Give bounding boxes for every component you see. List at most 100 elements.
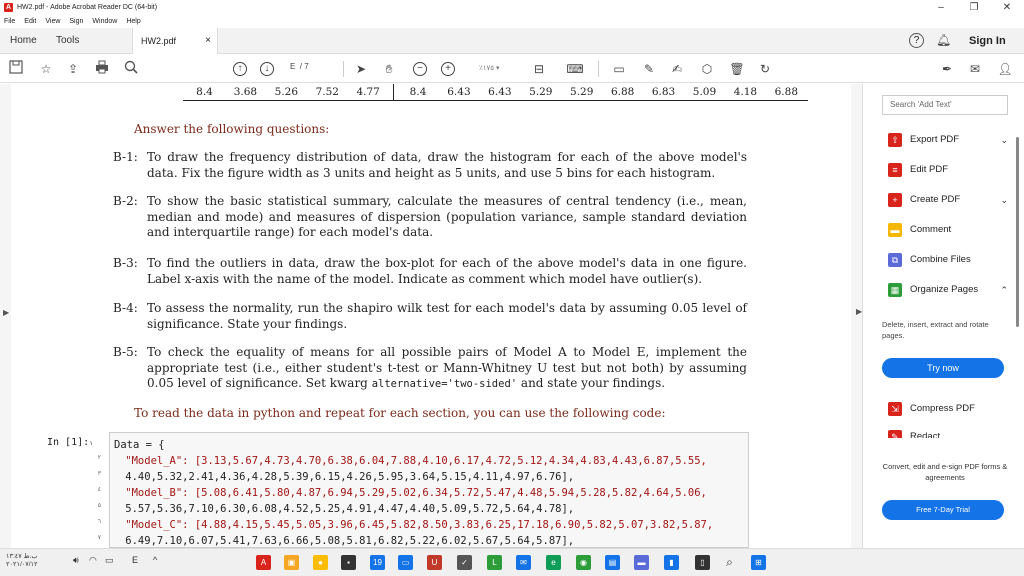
save-icon[interactable] [7, 60, 25, 78]
menu-window[interactable]: Window [92, 18, 117, 25]
menu-file[interactable]: File [4, 18, 15, 25]
help-icon[interactable]: ? [909, 33, 924, 48]
tool-organize-pages[interactable]: ▦ Organize Pages ⌃ [888, 281, 1008, 299]
app-taskbar-icon[interactable]: L [487, 555, 502, 570]
previous-page-icon[interactable]: ↑ [233, 62, 247, 76]
toolbar: ☆ ⇪ ↑ ↓ E / 7 ➤ ✋︎ − + ٪١٧٥ ▾ ⊟ ⌨︎ ▭ ✎ ✍… [0, 55, 1024, 83]
menu-bar: File Edit View Sign Window Help [0, 15, 150, 28]
menu-view[interactable]: View [45, 18, 60, 25]
tools-search-input[interactable]: Search 'Add Text' [882, 95, 1008, 115]
tab-tools[interactable]: Tools [56, 28, 79, 54]
current-page-input[interactable]: E [290, 62, 295, 71]
total-pages: / 7 [299, 62, 309, 71]
minimize-button[interactable]: – [926, 0, 956, 15]
tool-create-pdf[interactable]: + Create PDF ⌄ [888, 191, 1008, 209]
fill-sign-icon[interactable]: ✒︎ [938, 60, 956, 78]
clock[interactable]: ب.ظ ١٣:٤٧ ٢٠٢١/٠٧/١٢ [6, 553, 38, 569]
zoom-in-icon[interactable]: + [441, 62, 455, 76]
language-indicator[interactable]: E [132, 555, 138, 565]
tool-compress-pdf[interactable]: ⇲ Compress PDF [888, 400, 1008, 418]
page-indicator[interactable]: E / 7 [290, 62, 309, 71]
free-trial-button[interactable]: Free 7-Day Trial [882, 500, 1004, 520]
highlight-pen-icon[interactable]: ✎ [640, 60, 658, 78]
code-intro: To read the data in python and repeat fo… [134, 406, 666, 420]
tray-expand-icon[interactable]: ^ [153, 555, 157, 565]
volume-icon[interactable]: 🔊︎ [73, 555, 79, 566]
tool-export-pdf[interactable]: ⇧ Export PDF ⌄ [888, 131, 1008, 149]
tool-combine-files[interactable]: ⧉ Combine Files [888, 251, 1008, 269]
mail-taskbar-icon[interactable]: ✉ [516, 555, 531, 570]
keyboard-icon[interactable]: ⌨︎ [566, 60, 584, 78]
menu-help[interactable]: Help [126, 18, 140, 25]
collapse-pane-icon[interactable]: ▶ [856, 307, 862, 316]
app-taskbar-icon[interactable]: 19 [370, 555, 385, 570]
menu-edit[interactable]: Edit [24, 18, 36, 25]
search-icon[interactable] [122, 60, 140, 78]
tool-label: Compress PDF [910, 403, 975, 414]
comment-icon[interactable]: ▭ [610, 60, 628, 78]
app-taskbar-icon[interactable]: ◉ [576, 555, 591, 570]
bookmark-star-icon[interactable]: ☆ [37, 60, 55, 78]
close-window-button[interactable]: ✕ [992, 0, 1022, 15]
app-taskbar-icon[interactable]: ▭ [398, 555, 413, 570]
task-view-icon[interactable]: ▯ [695, 555, 710, 570]
chevron-up-icon[interactable]: ⌃ [1000, 281, 1008, 299]
compress-pdf-icon: ⇲ [888, 402, 902, 416]
notification-bell-icon[interactable]: 🔔︎ [936, 33, 951, 47]
delete-icon[interactable]: 🗑︎ [728, 60, 746, 78]
app-taskbar-icon[interactable]: ▬ [634, 555, 649, 570]
table-cell: 4.18 [733, 86, 758, 98]
redact-icon: ✎ [888, 430, 902, 438]
pane-scrollbar[interactable] [1016, 137, 1019, 327]
tool-redact[interactable]: ✎ Redact [888, 428, 1008, 438]
chevron-down-icon[interactable]: ⌄ [1000, 191, 1008, 209]
tool-comment[interactable]: ▬ Comment [888, 221, 1008, 239]
app-taskbar-icon[interactable]: U [427, 555, 442, 570]
edge-taskbar-icon[interactable]: e [546, 555, 561, 570]
wifi-icon[interactable]: ◠ [89, 555, 97, 566]
code-line: "Model_A": [3.13,5.67,4.73,4.70,6.38,6.0… [100, 455, 707, 467]
menu-sign[interactable]: Sign [69, 18, 83, 25]
close-tab-icon[interactable]: × [205, 28, 211, 54]
create-pdf-icon: + [888, 193, 902, 207]
chrome-taskbar-icon[interactable]: ● [313, 555, 328, 570]
left-panel-toggle-icon[interactable]: ▶ [3, 308, 9, 317]
select-cursor-icon[interactable]: ➤ [352, 60, 370, 78]
page-fit-icon[interactable]: ⊟ [530, 60, 548, 78]
tool-edit-pdf[interactable]: ≡ Edit PDF [888, 161, 1008, 179]
try-now-button[interactable]: Try now [882, 358, 1004, 378]
tool-label: Create PDF [910, 194, 961, 205]
hand-tool-icon[interactable]: ✋︎ [380, 60, 398, 78]
zoom-level-select[interactable]: ٪١٧٥ ▾ [479, 61, 517, 77]
battery-icon[interactable]: ▭ [105, 555, 114, 566]
app-taskbar-icon[interactable]: ▤ [605, 555, 620, 570]
restore-button[interactable]: ❐ [959, 0, 989, 15]
table-divider [392, 84, 394, 101]
code-block[interactable]: Data = { "Model_A": [3.13,5.67,4.73,4.70… [109, 432, 749, 548]
print-icon[interactable] [93, 60, 111, 78]
sign-in-button[interactable]: Sign In [969, 28, 1006, 54]
next-page-icon[interactable]: ↓ [260, 62, 274, 76]
search-taskbar-icon[interactable]: ⌕ [722, 555, 737, 570]
zoom-out-icon[interactable]: − [413, 62, 427, 76]
draw-icon[interactable]: ✍︎ [668, 60, 686, 78]
windows-start-icon[interactable]: ⊞ [751, 555, 766, 570]
share-icon[interactable]: ⇪ [64, 60, 82, 78]
app-taskbar-icon[interactable]: ▮ [664, 555, 679, 570]
stamp-icon[interactable]: ⬡ [698, 60, 716, 78]
files-taskbar-icon[interactable]: ▣ [284, 555, 299, 570]
table-cell: 7.52 [315, 86, 339, 98]
email-icon[interactable]: ✉︎ [966, 60, 984, 78]
app-taskbar-icon[interactable]: ▪ [341, 555, 356, 570]
add-user-icon[interactable]: 👤︎ [996, 60, 1014, 78]
rotate-icon[interactable]: ↻ [756, 60, 774, 78]
document-viewport[interactable]: ▶ 8.4 3.68 5.26 7.52 4.77 8.4 6.43 6.43 … [0, 84, 862, 548]
acrobat-taskbar-icon[interactable]: A [256, 555, 271, 570]
windows-taskbar: ب.ظ ١٣:٤٧ ٢٠٢١/٠٧/١٢ 🔊︎ ◠ ▭ E ^ A ▣ ● ▪ … [0, 548, 1024, 576]
tab-document[interactable]: HW2.pdf × [132, 28, 218, 54]
chevron-down-icon[interactable]: ⌄ [1000, 131, 1008, 149]
line-number: ٣ [97, 470, 101, 477]
tab-home[interactable]: Home [10, 28, 37, 54]
question-text: To assess the normality, run the shapiro… [147, 301, 747, 331]
app-taskbar-icon[interactable]: ✓ [457, 555, 472, 570]
